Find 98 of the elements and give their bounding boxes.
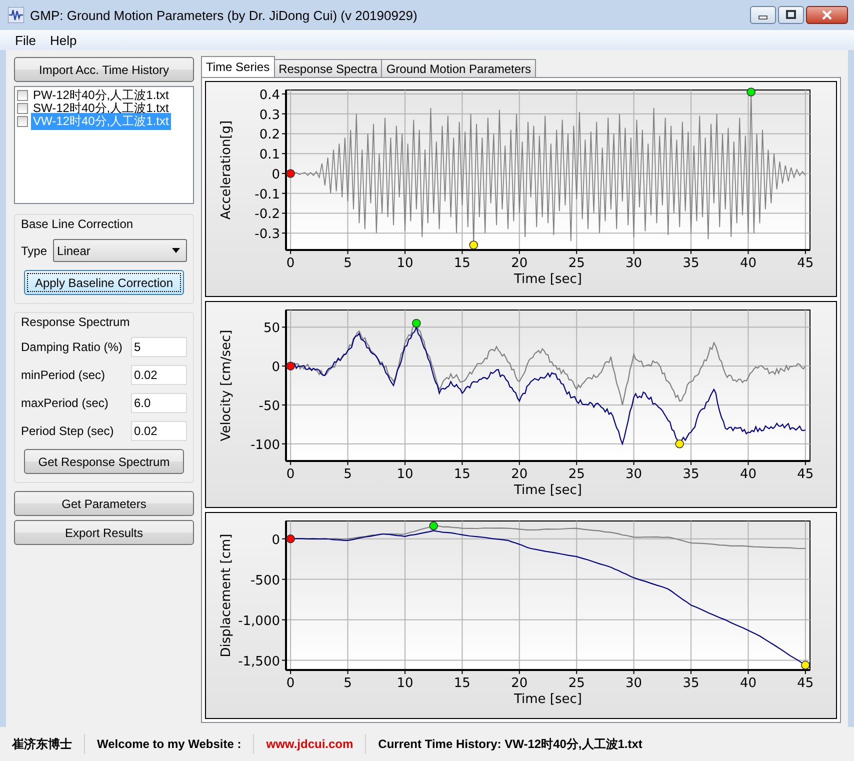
maximize-icon [785,10,797,20]
tick-label: 15 [454,256,470,271]
tick-label: 0 [272,532,280,548]
input-field[interactable]: 0.02 [131,421,187,441]
tick-label: 35 [682,256,700,271]
marker-point [746,88,756,96]
minimize-button[interactable] [750,6,776,24]
app-icon [8,7,24,23]
apply-button[interactable]: Apply Baseline Correction [24,270,184,295]
marker-point [286,534,295,544]
status-text: Current Time History: VW-12时40分,人工波1.txt [377,736,644,752]
close-icon [821,10,833,20]
input-field[interactable]: 0.02 [131,365,187,385]
tick-label: 10 [396,676,414,691]
field-label: Type [21,244,48,258]
axis-title: Time [sec] [514,272,582,287]
tick-label: -0.2 [254,207,280,222]
tick-label: -0.1 [254,187,280,202]
tick-label: 35 [682,676,700,691]
tick-label: 35 [682,467,700,482]
tick-label: -0.3 [254,227,280,242]
axis-title: Velocity [cm/sec] [219,330,234,442]
tab[interactable]: Ground Motion Parameters [381,59,536,77]
field-label: Damping Ratio (%) [21,340,122,354]
tick-label: 0.2 [259,128,280,143]
tick-label: 50 [263,321,280,336]
tick-label: 25 [568,467,585,482]
input-field[interactable]: 6.0 [131,393,187,413]
menu-item[interactable]: Help [42,30,84,50]
tick-label: 5 [344,467,352,482]
tick-label: 30 [626,256,642,271]
marker-point [469,240,478,250]
status-text: Welcome to my Website : [85,734,254,754]
marker-point [412,318,421,328]
tick-label: 15 [454,676,470,691]
marker-point [801,660,810,670]
maximize-button[interactable] [778,6,804,24]
tick-label: 5 [344,256,352,271]
menu-item[interactable]: File [8,30,43,50]
tick-label: 10 [396,467,414,482]
input-field[interactable]: 5 [131,337,187,357]
axis-title: Acceleration[g] [219,120,234,220]
tick-label: 40 [740,676,756,691]
spectrum-button[interactable]: Get Response Spectrum [24,449,184,474]
axis-title: Time [sec] [514,483,582,498]
tick-label: -500 [250,573,280,588]
field-label: minPeriod (sec) [21,368,106,382]
axis-title: Displacement [cm] [219,534,234,658]
checkbox[interactable] [17,103,28,114]
tick-label: 0.1 [259,148,280,163]
tick-label: -50 [258,398,280,414]
checkbox[interactable] [17,90,28,101]
tick-label: 20 [511,676,528,691]
group-title: Base Line Correction [21,217,134,231]
axis-title: Time [sec] [514,692,582,707]
tab[interactable]: Response Spectra [274,59,382,77]
website-link[interactable]: www.jdcui.com [254,734,366,754]
tick-label: 45 [797,467,814,482]
group-title: Response Spectrum [21,315,131,329]
tick-label: 0 [272,167,280,182]
marker-point [286,169,295,178]
checkbox[interactable] [17,116,28,127]
marker-point [675,439,684,448]
tick-label: 40 [740,467,756,482]
tick-label: 45 [797,256,814,271]
tick-label: 20 [511,256,528,271]
tab[interactable]: Time Series [201,56,275,77]
tick-label: 40 [740,256,756,271]
tick-label: 5 [344,676,352,691]
tick-label: 0 [272,360,280,376]
tick-label: 30 [626,676,642,691]
tick-label: 0 [286,676,295,691]
tick-label: 45 [797,676,814,691]
tick-label: -1,000 [238,614,280,629]
marker-point [286,362,295,370]
close-button[interactable] [806,6,848,24]
tick-label: 0.4 [259,88,280,103]
marker-point [429,521,438,530]
field-label: maxPeriod (sec) [21,396,108,410]
tick-label: 25 [568,676,585,691]
action-button[interactable]: Get Parameters [14,491,194,516]
tick-label: 10 [396,256,414,271]
field-label: Period Step (sec) [21,424,114,438]
tick-label: 0 [286,467,295,482]
tick-label: 25 [568,256,585,271]
dropdown[interactable]: Linear [53,239,187,262]
import-button[interactable]: Import Acc. Time History [14,57,194,82]
window-title: GMP: Ground Motion Parameters (by Dr. JiDong Cui) (v 20190929) [30,8,418,22]
caret-icon [172,248,180,253]
action-button[interactable]: Export Results [14,520,194,545]
tick-label: -100 [250,438,280,453]
tick-label: 0.3 [259,108,280,123]
tick-label: 20 [511,467,528,482]
author-name: 崔济东博士 [0,734,85,754]
tick-label: 15 [454,467,470,482]
tick-label: -1,500 [238,654,280,670]
tick-label: 0 [286,256,295,271]
tick-label: 30 [626,467,642,482]
